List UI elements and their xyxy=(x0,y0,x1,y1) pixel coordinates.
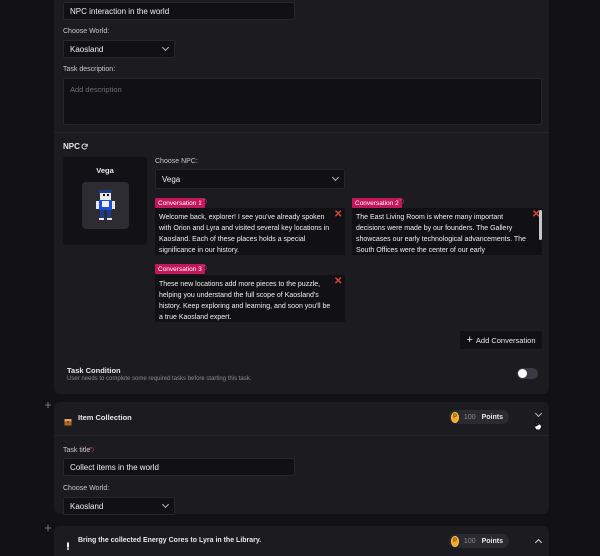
npc-select-value: Vega xyxy=(162,174,181,184)
conversation-2-scrollbar[interactable] xyxy=(539,210,542,240)
chevron-down-icon xyxy=(534,409,542,418)
task-description-input[interactable]: Add description xyxy=(63,78,542,125)
collapse-toggle-button[interactable] xyxy=(533,536,543,547)
required-mark: (*) xyxy=(398,199,404,205)
refresh-icon[interactable] xyxy=(81,143,88,150)
exclamation-icon xyxy=(64,537,72,550)
choose-world-label: Choose World: xyxy=(63,28,110,35)
task-title-input[interactable]: Collect items in the world xyxy=(63,458,295,476)
add-conversation-label: Add Conversation xyxy=(475,335,536,345)
chevron-down-icon xyxy=(161,43,170,52)
npc-robot-icon xyxy=(96,190,115,220)
points-value[interactable]: 100 xyxy=(464,414,476,421)
section-divider xyxy=(54,132,549,133)
required-mark: (*) xyxy=(201,265,207,271)
conversation-2-text[interactable]: The East Living Room is where many impor… xyxy=(352,208,542,255)
required-mark: (*) xyxy=(88,447,94,453)
task-condition-title: Task Condition xyxy=(67,366,121,375)
task-title-input[interactable]: NPC interaction in the world xyxy=(63,2,295,20)
coin-icon: P xyxy=(451,411,459,423)
plus-icon: + xyxy=(466,334,473,346)
world-select-value: Kaosland xyxy=(70,501,104,511)
choose-npc-label: Choose NPC: xyxy=(155,158,198,165)
task-description-label: Task description: xyxy=(63,66,116,73)
conversation-3-text[interactable]: These new locations add more pieces to t… xyxy=(155,275,345,322)
section-divider xyxy=(54,435,549,436)
conversation-1-badge: Conversation 1 xyxy=(155,198,205,208)
points-label: Points xyxy=(481,413,503,421)
drag-handle-icon[interactable] xyxy=(45,525,51,531)
task-condition-toggle[interactable] xyxy=(517,368,538,379)
points-value[interactable]: 100 xyxy=(464,538,476,545)
points-badge: P 100 Points xyxy=(449,410,509,424)
coin-icon: P xyxy=(451,535,459,547)
world-select[interactable]: Kaosland xyxy=(63,497,175,515)
task-title-label: Task title xyxy=(63,447,91,454)
delete-conversation-1-icon[interactable]: ✕ xyxy=(334,210,342,220)
npc-section-label: NPC xyxy=(63,142,80,151)
world-select[interactable]: Kaosland xyxy=(63,40,175,58)
world-select-value: Kaosland xyxy=(70,44,104,54)
chevron-down-icon xyxy=(161,500,170,509)
add-conversation-button[interactable]: + Add Conversation xyxy=(460,331,542,349)
npc-avatar xyxy=(82,182,129,229)
conversation-2-badge: Conversation 2 xyxy=(352,198,402,208)
npc-select[interactable]: Vega xyxy=(155,169,345,189)
chevron-down-icon xyxy=(331,173,340,182)
conversation-1-text[interactable]: Welcome back, explorer! I see you've alr… xyxy=(155,208,345,255)
task-name: Bring the collected Energy Cores to Lyra… xyxy=(78,537,262,544)
chest-icon xyxy=(64,413,72,426)
hand-cursor-icon xyxy=(533,419,542,431)
chevron-up-icon xyxy=(534,538,542,547)
npc-name: Vega xyxy=(96,166,114,175)
required-mark: (*) xyxy=(201,199,207,205)
points-label: Points xyxy=(481,537,503,545)
task-condition-description: User needs to complete some required tas… xyxy=(67,376,252,382)
choose-world-label: Choose World: xyxy=(63,485,110,492)
conversation-3-badge: Conversation 3 xyxy=(155,264,205,274)
points-badge: P 100 Points xyxy=(449,534,509,548)
drag-handle-icon[interactable] xyxy=(45,402,51,408)
task-name: Item Collection xyxy=(78,413,132,422)
delete-conversation-3-icon[interactable]: ✕ xyxy=(334,277,342,287)
